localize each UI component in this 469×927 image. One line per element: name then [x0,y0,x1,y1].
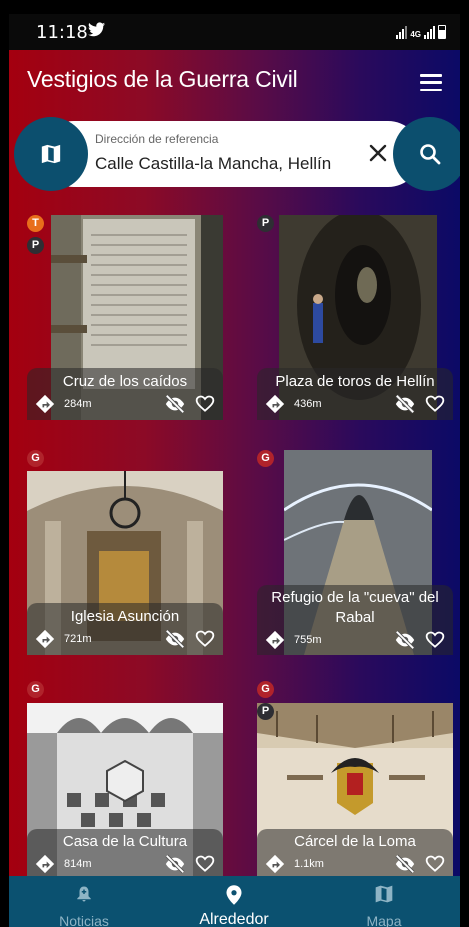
battery-icon [438,25,446,39]
tab-label: Alrededor [199,911,269,927]
directions-icon[interactable] [265,394,285,414]
signal-icon-2 [424,25,435,39]
place-distance: 1.1km [294,858,324,870]
place-distance: 436m [294,398,322,410]
heart-icon[interactable] [195,854,215,874]
guerra-badge: G [27,681,44,698]
card-info: Iglesia Asunción 721m [27,603,223,655]
guerra-badge: G [27,450,44,467]
tourism-badge: T [27,215,44,232]
place-distance: 814m [64,858,92,870]
search-button[interactable] [393,117,460,191]
signal-icon [396,25,408,39]
directions-icon[interactable] [265,630,285,650]
directions-icon[interactable] [35,854,55,874]
directions-icon[interactable] [265,854,285,874]
tab-alrededor[interactable]: Alrededor [159,876,309,927]
place-card[interactable]: T P Cruz de los caídos 284m [27,215,223,420]
photo-badge: P [27,237,44,254]
search-field[interactable]: Dirección de referencia Calle Castilla-l… [41,121,421,187]
card-info: Plaza de toros de Hellín 436m [257,368,453,420]
photo-badge: P [257,215,274,232]
heart-icon[interactable] [425,854,445,874]
status-icons: 4G [396,23,446,39]
bottom-navigation: Noticias Alrededor Mapa [9,876,460,927]
card-info: Cruz de los caídos 284m [27,368,223,420]
guerra-badge: G [257,681,274,698]
photo-badge: P [257,703,274,720]
app-screen: 11:18 4G Vestigios de la Guerra Civil Di… [9,14,460,927]
hide-icon[interactable] [394,853,416,875]
map-icon [375,885,393,903]
place-name: Cárcel de la Loma [294,833,416,850]
page-title: Vestigios de la Guerra Civil [27,66,298,92]
twitter-icon [88,22,105,42]
place-name: Casa de la Cultura [62,833,188,850]
card-info: Casa de la Cultura 814m [27,829,223,876]
directions-icon[interactable] [35,629,55,649]
heart-icon[interactable] [425,630,445,650]
menu-icon[interactable] [420,74,442,91]
map-icon [41,144,61,164]
place-distance: 284m [64,398,92,410]
place-card[interactable]: G P Cárcel de la Loma 1.1km [257,681,453,876]
hide-icon[interactable] [164,628,186,650]
search-label: Dirección de referencia [95,132,219,146]
place-card[interactable]: G Refugio de la "cueva" del Rabal 755m [257,450,453,655]
place-card[interactable]: G Casa de la Cultura 814m [27,681,223,876]
place-name: Plaza de toros de Hellín [275,373,435,390]
status-time: 11:18 [36,22,88,43]
place-name: Cruz de los caídos [62,373,188,390]
guerra-badge: G [257,450,274,467]
hide-icon[interactable] [164,853,186,875]
place-distance: 755m [294,634,322,646]
hide-icon[interactable] [394,629,416,651]
search-icon [420,144,441,165]
heart-icon[interactable] [195,394,215,414]
network-type: 4G [410,30,421,39]
close-icon[interactable] [366,141,390,165]
location-pin-icon [226,885,242,905]
tab-noticias[interactable]: Noticias [9,876,159,927]
place-card[interactable]: P Plaza de toros de Hellín 436m [257,215,453,420]
heart-icon[interactable] [425,394,445,414]
hide-icon[interactable] [394,393,416,415]
status-bar: 11:18 4G [9,14,460,50]
tab-label: Noticias [59,913,109,927]
heart-icon[interactable] [195,629,215,649]
directions-icon[interactable] [35,394,55,414]
map-button[interactable] [14,117,88,191]
place-name: Refugio de la "cueva" del Rabal [271,589,439,626]
hide-icon[interactable] [164,393,186,415]
place-distance: 721m [64,633,92,645]
card-info: Cárcel de la Loma 1.1km [257,829,453,876]
place-card[interactable]: G Iglesia Asunción 721m [27,450,223,655]
tab-mapa[interactable]: Mapa [309,876,459,927]
tab-label: Mapa [366,913,402,927]
bell-icon [77,886,91,902]
place-name: Iglesia Asunción [70,608,180,625]
search-input[interactable]: Calle Castilla-la Mancha, Hellín [95,154,331,174]
card-info: Refugio de la "cueva" del Rabal 755m [257,585,453,655]
